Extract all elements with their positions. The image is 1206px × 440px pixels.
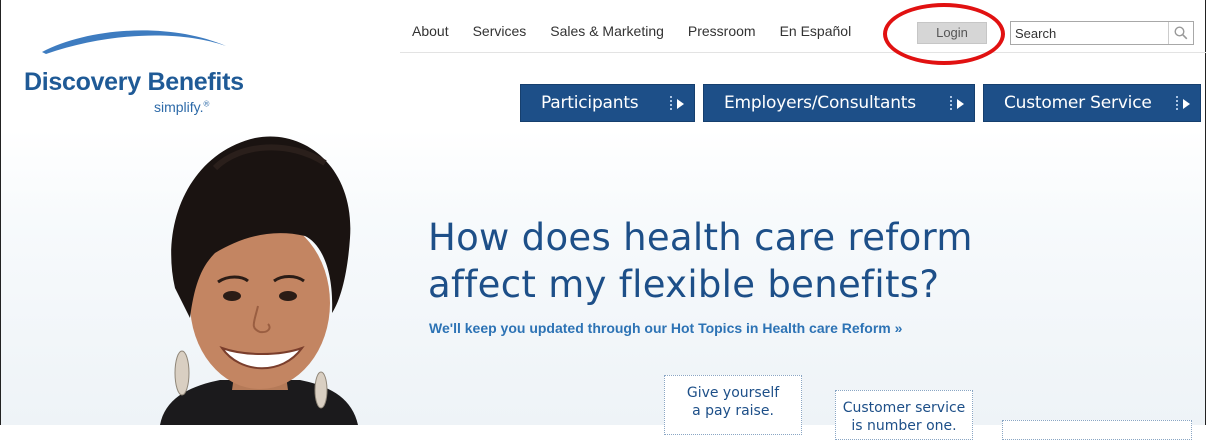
nav-button-label: Customer Service — [1004, 93, 1152, 113]
top-nav: About Services Sales & Marketing Pressro… — [400, 16, 863, 46]
nav-button-employers-consultants[interactable]: Employers/Consultants — [703, 84, 975, 122]
nav-button-label: Employers/Consultants — [724, 93, 916, 113]
nav-link-services[interactable]: Services — [461, 23, 539, 39]
search-box — [1010, 21, 1194, 45]
search-icon — [1174, 26, 1188, 40]
header-divider — [400, 52, 1206, 53]
search-input[interactable] — [1012, 23, 1168, 43]
nav-link-about[interactable]: About — [400, 23, 461, 39]
brand-name: Discovery Benefits — [24, 68, 244, 96]
nav-link-sales-marketing[interactable]: Sales & Marketing — [538, 23, 676, 39]
promo-customer-service[interactable]: Customer service is number one. — [835, 390, 973, 440]
hot-topics-link[interactable]: We'll keep you updated through our Hot T… — [429, 320, 902, 336]
promo-box[interactable] — [1002, 420, 1192, 440]
nav-button-customer-service[interactable]: Customer Service — [983, 84, 1201, 122]
nav-link-pressroom[interactable]: Pressroom — [676, 23, 768, 39]
logo[interactable]: Discovery Benefits simplify.® — [24, 22, 264, 132]
hero-portrait-image — [160, 136, 358, 425]
logo-swoosh-icon — [42, 30, 226, 54]
hero-headline: How does health care reform affect my fl… — [428, 216, 973, 306]
chevron-right-icon — [950, 95, 964, 113]
chevron-right-icon — [1176, 95, 1190, 113]
search-button[interactable] — [1168, 22, 1193, 44]
promo-pay-raise[interactable]: Give yourself a pay raise. — [664, 375, 802, 435]
nav-button-participants[interactable]: Participants — [520, 84, 695, 122]
chevron-right-icon — [670, 95, 684, 113]
brand-tagline: simplify.® — [154, 99, 210, 115]
nav-button-label: Participants — [541, 93, 639, 113]
nav-link-espanol[interactable]: En Español — [768, 23, 864, 39]
login-button[interactable]: Login — [917, 22, 987, 44]
